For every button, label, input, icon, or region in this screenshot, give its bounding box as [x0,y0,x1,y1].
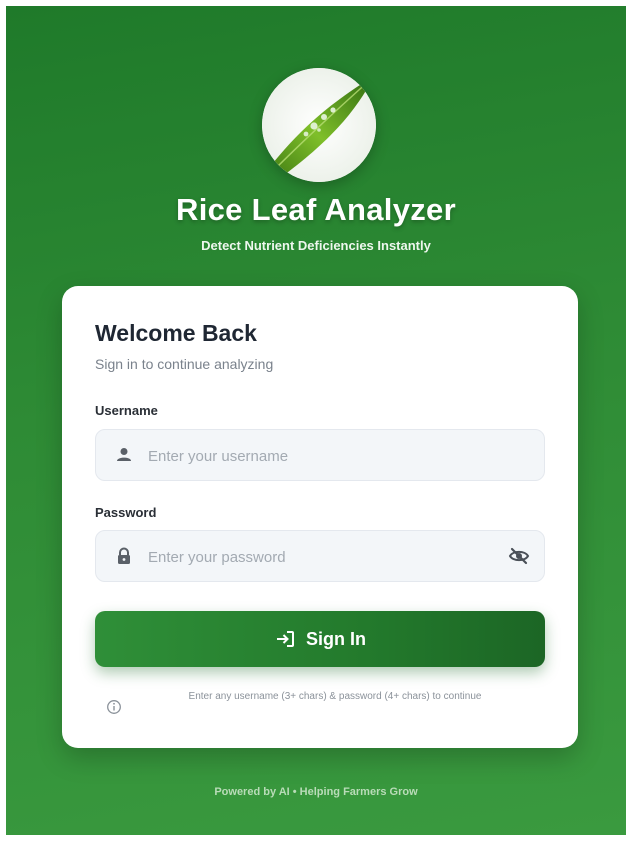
sign-in-button[interactable]: Sign In [95,611,545,667]
app-title: Rice Leaf Analyzer [176,192,456,227]
info-icon [107,700,121,714]
sign-in-label: Sign In [306,628,366,649]
login-arrow-icon [277,631,294,647]
username-field[interactable] [95,429,545,482]
password-label: Password [95,505,157,520]
login-hint: Enter any username (3+ chars) & password… [188,691,482,702]
welcome-subheading: Sign in to continue analyzing [95,356,274,372]
username-label: Username [95,403,158,418]
login-screen: Rice Leaf Analyzer Detect Nutrient Defic… [6,6,626,835]
rice-leaf-icon [262,68,376,182]
user-icon [117,448,131,461]
password-input[interactable] [146,531,490,583]
welcome-heading: Welcome Back [95,320,257,346]
eye-off-icon[interactable] [508,546,530,566]
lock-icon [118,547,130,564]
username-input[interactable] [146,430,490,482]
footer-text: Powered by AI • Helping Farmers Grow [214,786,418,798]
password-field[interactable] [95,530,545,583]
login-card: Welcome Back Sign in to continue analyzi… [62,286,578,748]
app-logo [262,68,376,182]
app-subtitle: Detect Nutrient Deficiencies Instantly [201,238,431,253]
